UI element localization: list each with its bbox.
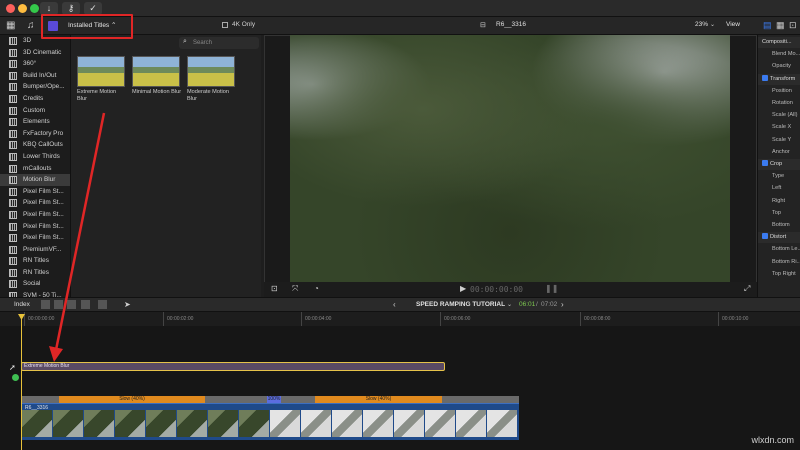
watermark: wlxdn.com	[751, 435, 794, 445]
annotation-arrow	[49, 112, 106, 362]
